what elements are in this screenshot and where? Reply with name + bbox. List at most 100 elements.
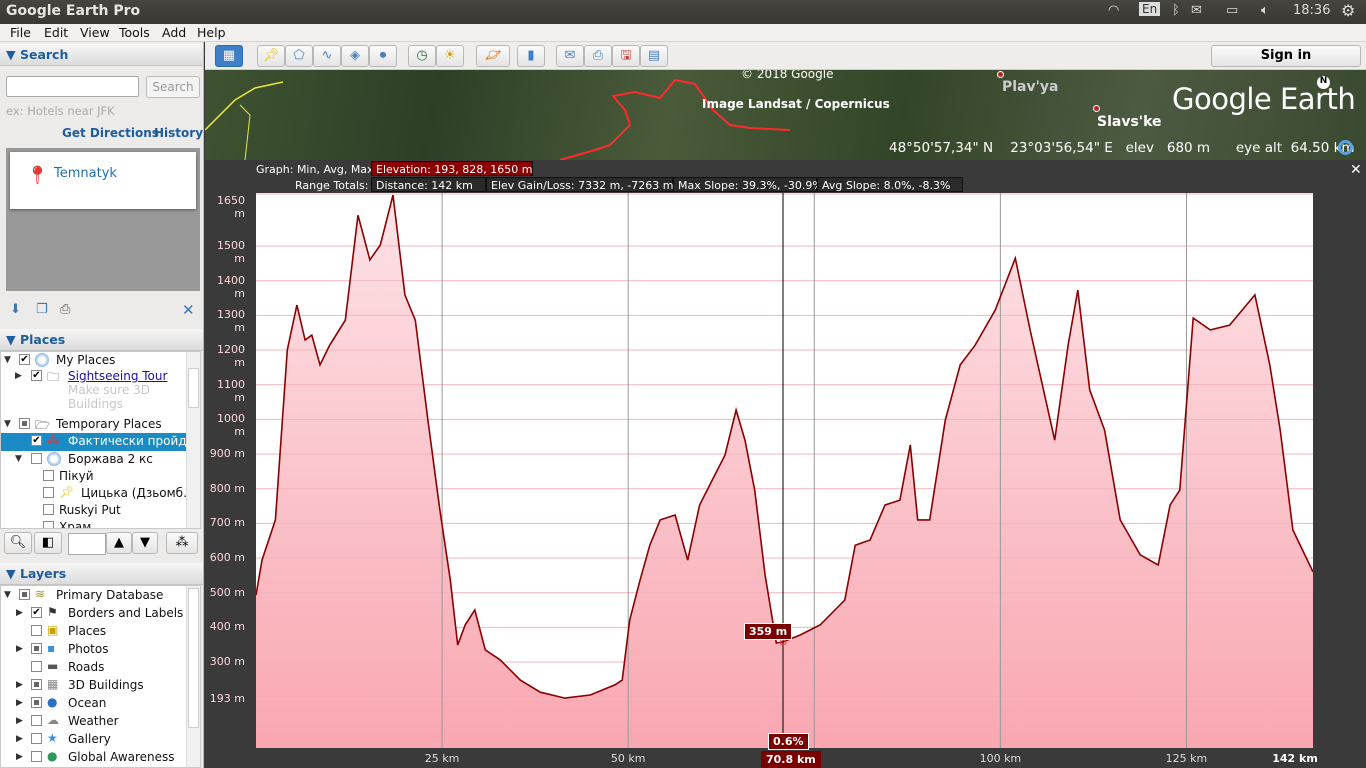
layer-checkbox[interactable]	[31, 751, 42, 762]
tree-item-borzhava[interactable]: ▼ Боржава 2 кс	[1, 451, 187, 469]
switch-planet-button[interactable]: 🪐︎	[476, 45, 510, 67]
move-down-button[interactable]: ▼	[132, 532, 158, 554]
wifi-icon[interactable]: ◠	[1108, 3, 1119, 18]
search-input[interactable]	[6, 76, 139, 97]
settings-gear-icon[interactable]: ⚙	[1341, 1, 1355, 20]
view-in-maps-button[interactable]: ▤	[640, 45, 668, 67]
left-sidebar: ▼ Search Search ex: Hotels near JFK Get …	[0, 42, 204, 768]
layer-checkbox[interactable]	[31, 643, 42, 654]
layer-item[interactable]: ▶ ☁ Weather	[1, 713, 187, 731]
bluetooth-icon[interactable]: ᛒ	[1172, 3, 1180, 18]
tour-button[interactable]: ⁂	[166, 532, 198, 554]
elevation-chart[interactable]	[256, 193, 1313, 748]
map-label-plavya[interactable]: Plav'ya	[1002, 79, 1059, 95]
layer-item[interactable]: ▶ ✔ ⚑ Borders and Labels	[1, 605, 187, 623]
y-tick-label: 400 m	[209, 620, 245, 634]
search-results: 📍︎ Temnatyk	[6, 148, 200, 291]
email-button[interactable]: ✉	[556, 45, 584, 67]
tree-item-tsytska[interactable]: 📌︎ Цицька (Дзьомб…	[1, 485, 195, 503]
print-button[interactable]: ⎙	[584, 45, 612, 67]
map-label-slavske[interactable]: Slavs'ke	[1097, 114, 1162, 130]
historical-imagery-button[interactable]: ◷	[408, 45, 436, 67]
layer-item[interactable]: ▣ Places	[1, 623, 187, 641]
save-image-button[interactable]: 🖫	[612, 45, 640, 67]
expand-icon[interactable]: ▶	[16, 608, 23, 618]
layer-item[interactable]: ▶ ▦ 3D Buildings	[1, 677, 187, 695]
mail-icon[interactable]: ✉	[1191, 3, 1202, 18]
layer-checkbox[interactable]	[31, 733, 42, 744]
close-search-icon[interactable]: ✕	[182, 301, 195, 319]
y-tick-label: 1000 m	[217, 412, 245, 439]
sunlight-button[interactable]: ☀	[436, 45, 464, 67]
record-tour-button[interactable]: ⏺	[369, 45, 397, 67]
layer-item[interactable]: ▶ ● Global Awareness	[1, 749, 187, 767]
ruler-button[interactable]: ▮	[517, 45, 545, 67]
layer-checkbox[interactable]	[31, 661, 42, 672]
expand-icon[interactable]: ▶	[16, 698, 23, 708]
copy-icon[interactable]: ❐	[36, 302, 48, 317]
layer-item[interactable]: ▶ ▪ Photos	[1, 641, 187, 659]
places-panel-header[interactable]: ▼ Places	[0, 329, 203, 351]
ocean-globe-icon: ●	[47, 695, 58, 709]
search-button[interactable]: Search	[146, 76, 200, 98]
places-filter-input[interactable]	[68, 533, 106, 555]
layers-scrollbar[interactable]	[186, 586, 200, 767]
add-image-overlay-button[interactable]: ◈	[341, 45, 369, 67]
layer-checkbox[interactable]	[31, 679, 42, 690]
toggle-view-button[interactable]: ◧	[34, 532, 62, 554]
move-up-button[interactable]: ▲	[106, 532, 132, 554]
expand-icon[interactable]: ▶	[16, 680, 23, 690]
places-scrollbar[interactable]	[186, 352, 200, 528]
tree-item-ruskyi-put[interactable]: Ruskyi Put	[1, 502, 187, 520]
layer-item[interactable]: ▬ Roads	[1, 659, 187, 677]
get-directions-link[interactable]: Get Directions	[62, 126, 159, 140]
search-places-button[interactable]: 🔍︎	[4, 532, 32, 554]
layer-checkbox[interactable]	[19, 589, 30, 600]
menu-help[interactable]: Help	[197, 25, 226, 40]
expand-icon[interactable]: ▼	[4, 590, 11, 600]
layer-item[interactable]: ▼ ≋ Primary Database	[1, 587, 187, 605]
sidebar-toggle-button[interactable]: ▦	[215, 45, 243, 67]
battery-icon[interactable]: ▭	[1226, 3, 1238, 18]
menu-view[interactable]: View	[80, 25, 110, 40]
history-link[interactable]: History	[154, 126, 203, 140]
clock[interactable]: 18:36	[1293, 3, 1330, 18]
expand-icon[interactable]: ▶	[16, 734, 23, 744]
add-to-places-icon[interactable]: ⬇	[10, 302, 21, 317]
volume-icon[interactable]: 🔈︎	[1261, 3, 1269, 18]
layer-item[interactable]: ▶ ★ Gallery	[1, 731, 187, 749]
layer-checkbox[interactable]	[31, 625, 42, 636]
menu-add[interactable]: Add	[162, 25, 186, 40]
keyboard-lang-indicator[interactable]: En	[1139, 2, 1161, 16]
add-polygon-button[interactable]: ⬠	[285, 45, 313, 67]
menu-file[interactable]: File	[10, 25, 31, 40]
layer-checkbox[interactable]: ✔	[31, 607, 42, 618]
menu-edit[interactable]: Edit	[44, 25, 68, 40]
add-path-button[interactable]: ∿	[313, 45, 341, 67]
add-placemark-button[interactable]: 📌︎	[257, 45, 285, 67]
item-label[interactable]: Sightseeing Tour	[68, 369, 167, 383]
expand-icon[interactable]: ▶	[16, 752, 23, 762]
expand-icon[interactable]: ▶	[16, 716, 23, 726]
search-result-item[interactable]: 📍︎ Temnatyk	[10, 152, 196, 209]
close-graph-icon[interactable]: ✕	[1350, 162, 1362, 178]
menu-tools[interactable]: Tools	[119, 25, 150, 40]
search-panel-header[interactable]: ▼ Search	[0, 44, 203, 66]
sign-in-button[interactable]: Sign in	[1211, 45, 1361, 67]
tree-item-selected-path[interactable]: ✔ ⁂ Фактически пройд…	[1, 433, 199, 451]
layer-checkbox[interactable]	[31, 715, 42, 726]
result-title[interactable]: Temnatyk	[54, 166, 117, 181]
layers-panel-header[interactable]: ▼ Layers	[0, 563, 203, 585]
item-label: Фактически пройд…	[68, 434, 199, 448]
expand-icon[interactable]: ▶	[16, 644, 23, 654]
elevation-stat[interactable]: Elevation: 193, 828, 1650 m	[371, 161, 533, 176]
layer-checkbox[interactable]	[31, 697, 42, 708]
print-icon[interactable]: ⎙	[60, 302, 70, 317]
compass-north-icon[interactable]: N	[1317, 76, 1330, 89]
tree-item-temporary-places[interactable]: ▼ 🗁 Temporary Places	[1, 416, 187, 434]
earth-map-view[interactable]: © 2018 Google Image Landsat / Copernicus…	[205, 70, 1366, 160]
elevation-profile-panel: Graph: Min, Avg, Max Elevation: 193, 828…	[205, 160, 1366, 768]
tree-item-khram[interactable]: Храм	[1, 519, 187, 528]
tree-item-pikui[interactable]: Пікуй	[1, 468, 187, 486]
layer-item[interactable]: ▶ ● Ocean	[1, 695, 187, 713]
